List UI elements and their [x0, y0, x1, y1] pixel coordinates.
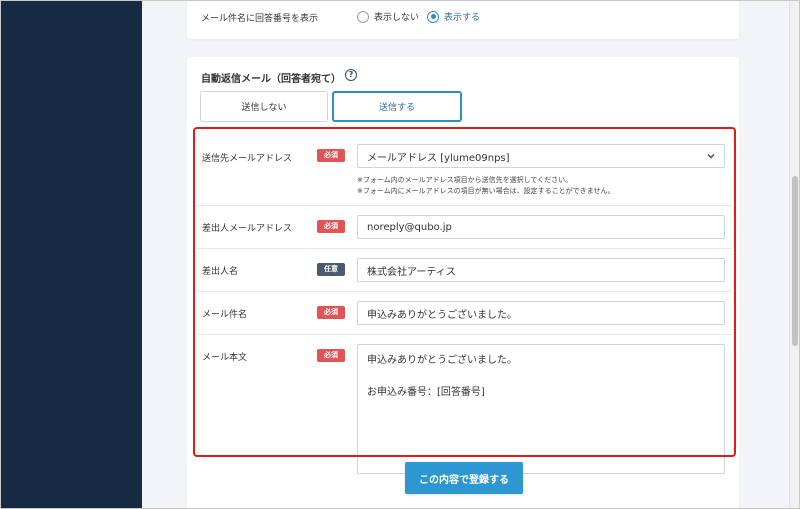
tab-send[interactable]: 送信する [332, 91, 462, 122]
radio-hide-label: 表示しない [374, 13, 420, 23]
radio-hide[interactable]: 表示しない [357, 10, 419, 23]
radio-hide-circle [357, 10, 369, 23]
register-button[interactable]: この内容で登録する [405, 462, 523, 494]
radio-show-label: 表示する [444, 13, 481, 23]
tab-do-not-send[interactable]: 送信しない [200, 91, 328, 122]
scrollbar[interactable] [789, 1, 799, 508]
auto-reply-title: 自動返信メール（回答者宛て） [201, 74, 341, 85]
subject-number-label: メール件名に回答番号を表示 [201, 14, 319, 24]
sidebar [1, 1, 142, 508]
scrollbar-thumb[interactable] [792, 176, 798, 346]
radio-show[interactable]: 表示する [427, 10, 480, 23]
main-content: メール件名に回答番号を表示 表示しない 表示する 自動返信メール（回答者宛て） … [142, 1, 789, 508]
question-circle-icon[interactable]: ? [345, 69, 357, 81]
radio-show-circle [427, 10, 439, 23]
subject-number-card: メール件名に回答番号を表示 表示しない 表示する [187, 1, 739, 39]
highlight-box [193, 127, 736, 457]
